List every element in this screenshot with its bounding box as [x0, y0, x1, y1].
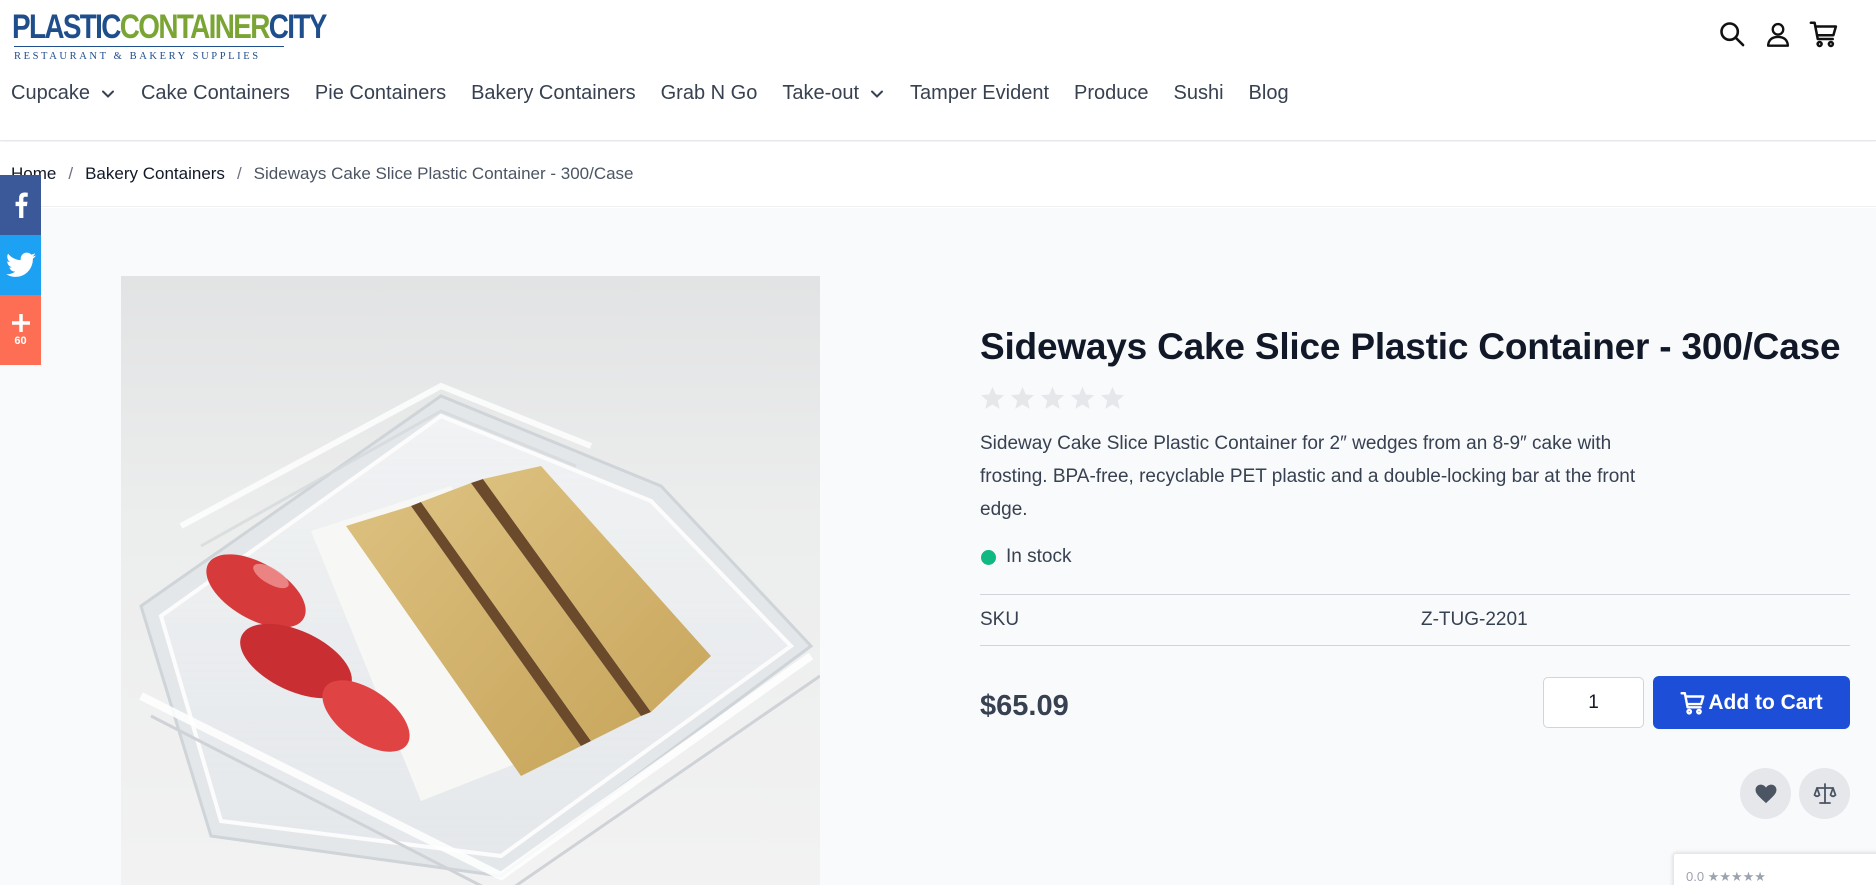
nav-item-produce[interactable]: Produce — [1074, 82, 1149, 105]
product-title: Sideways Cake Slice Plastic Container - … — [980, 326, 1841, 367]
sku-row: SKU Z-TUG-2201 — [980, 594, 1850, 646]
twitter-share-button[interactable] — [0, 235, 41, 295]
nav-item-label: Cake Containers — [140, 82, 290, 104]
rating-stars[interactable] — [979, 385, 1126, 412]
logo-part-city: CITY — [268, 8, 328, 46]
logo-wordmark: PLASTICCONTAINERCITY — [12, 8, 327, 46]
wishlist-button[interactable] — [1740, 768, 1791, 819]
add-to-cart-label: Add to Cart — [1708, 690, 1823, 714]
logo-divider — [14, 46, 284, 47]
breadcrumb-separator: / — [236, 164, 242, 183]
breadcrumb: Home / Bakery Containers / Sideways Cake… — [0, 142, 1876, 207]
facebook-share-button[interactable] — [0, 175, 41, 235]
scale-icon — [1813, 782, 1836, 804]
quantity-input[interactable] — [1543, 677, 1644, 728]
site-header: PLASTICCONTAINERCITY RESTAURANT & BAKERY… — [0, 0, 1876, 141]
stock-status: In stock — [981, 546, 1071, 568]
logo-part-container: CONTAINER — [119, 8, 271, 46]
product-image[interactable] — [121, 276, 820, 885]
nav-item-pie-containers[interactable]: Pie Containers — [315, 82, 446, 105]
nav-item-label: Blog — [1248, 82, 1289, 104]
cart-icon[interactable] — [1808, 18, 1840, 50]
nav-item-cake-containers[interactable]: Cake Containers — [141, 82, 290, 105]
nav-item-label: Cupcake — [11, 82, 90, 104]
breadcrumb-bakery-containers[interactable]: Bakery Containers — [85, 164, 225, 184]
account-icon[interactable] — [1762, 18, 1794, 50]
nav-item-label: Pie Containers — [314, 82, 447, 104]
add-to-cart-button[interactable]: Add to Cart — [1653, 676, 1850, 729]
nav-item-label: Take-out — [782, 82, 860, 104]
more-share-button[interactable]: 60 — [0, 295, 41, 365]
star-icon — [980, 386, 1005, 409]
nav-item-label: Bakery Containers — [471, 82, 636, 104]
breadcrumb-current: Sideways Cake Slice Plastic Container - … — [253, 164, 634, 183]
cart-icon — [1680, 690, 1706, 716]
logo-part-plastic: PLASTIC — [12, 8, 121, 46]
product-photo-illustration — [139, 382, 820, 885]
star-icon — [1070, 386, 1095, 409]
nav-item-grab-n-go[interactable]: Grab N Go — [661, 82, 758, 105]
nav-item-tamper-evident[interactable]: Tamper Evident — [910, 82, 1049, 105]
nav-item-label: Produce — [1074, 82, 1149, 104]
nav-item-blog[interactable]: Blog — [1249, 82, 1289, 105]
nav-item-label: Tamper Evident — [910, 82, 1050, 104]
nav-item-bakery-containers[interactable]: Bakery Containers — [471, 82, 636, 105]
nav-item-sushi[interactable]: Sushi — [1174, 82, 1224, 105]
main-nav: Cupcake Cake Containers Pie Containers B… — [11, 82, 1314, 105]
stock-status-text: In stock — [1006, 546, 1072, 567]
nav-item-label: Sushi — [1173, 82, 1224, 104]
search-icon[interactable] — [1716, 18, 1748, 50]
star-icon — [1100, 386, 1125, 409]
breadcrumb-separator: / — [68, 164, 74, 183]
heart-icon — [1755, 784, 1776, 803]
nav-item-take-out[interactable]: Take-out — [782, 82, 885, 105]
compare-button[interactable] — [1799, 768, 1850, 819]
review-widget-badge[interactable]: 0.0 ★★★★★ — [1673, 853, 1876, 885]
star-icon — [1040, 386, 1065, 409]
facebook-icon — [15, 192, 28, 218]
share-count: 60 — [14, 335, 27, 347]
product-price: $65.09 — [980, 690, 1069, 722]
nav-item-cupcake[interactable]: Cupcake — [11, 82, 116, 105]
social-share-bar: 60 — [0, 175, 41, 365]
stock-indicator-dot — [981, 549, 996, 565]
product-description: Sideway Cake Slice Plastic Container for… — [980, 433, 1636, 520]
star-icon — [1010, 386, 1035, 409]
plus-icon — [11, 314, 30, 332]
sku-label: SKU — [980, 609, 1020, 630]
chevron-down-icon — [100, 86, 116, 102]
twitter-icon — [5, 252, 36, 277]
nav-item-label: Grab N Go — [660, 82, 758, 104]
logo-tagline: RESTAURANT & BAKERY SUPPLIES — [14, 51, 261, 62]
chevron-down-icon — [869, 86, 885, 102]
header-actions — [1716, 18, 1840, 50]
sku-value: Z-TUG-2201 — [1421, 609, 1528, 630]
site-logo[interactable]: PLASTICCONTAINERCITY RESTAURANT & BAKERY… — [12, 8, 327, 66]
